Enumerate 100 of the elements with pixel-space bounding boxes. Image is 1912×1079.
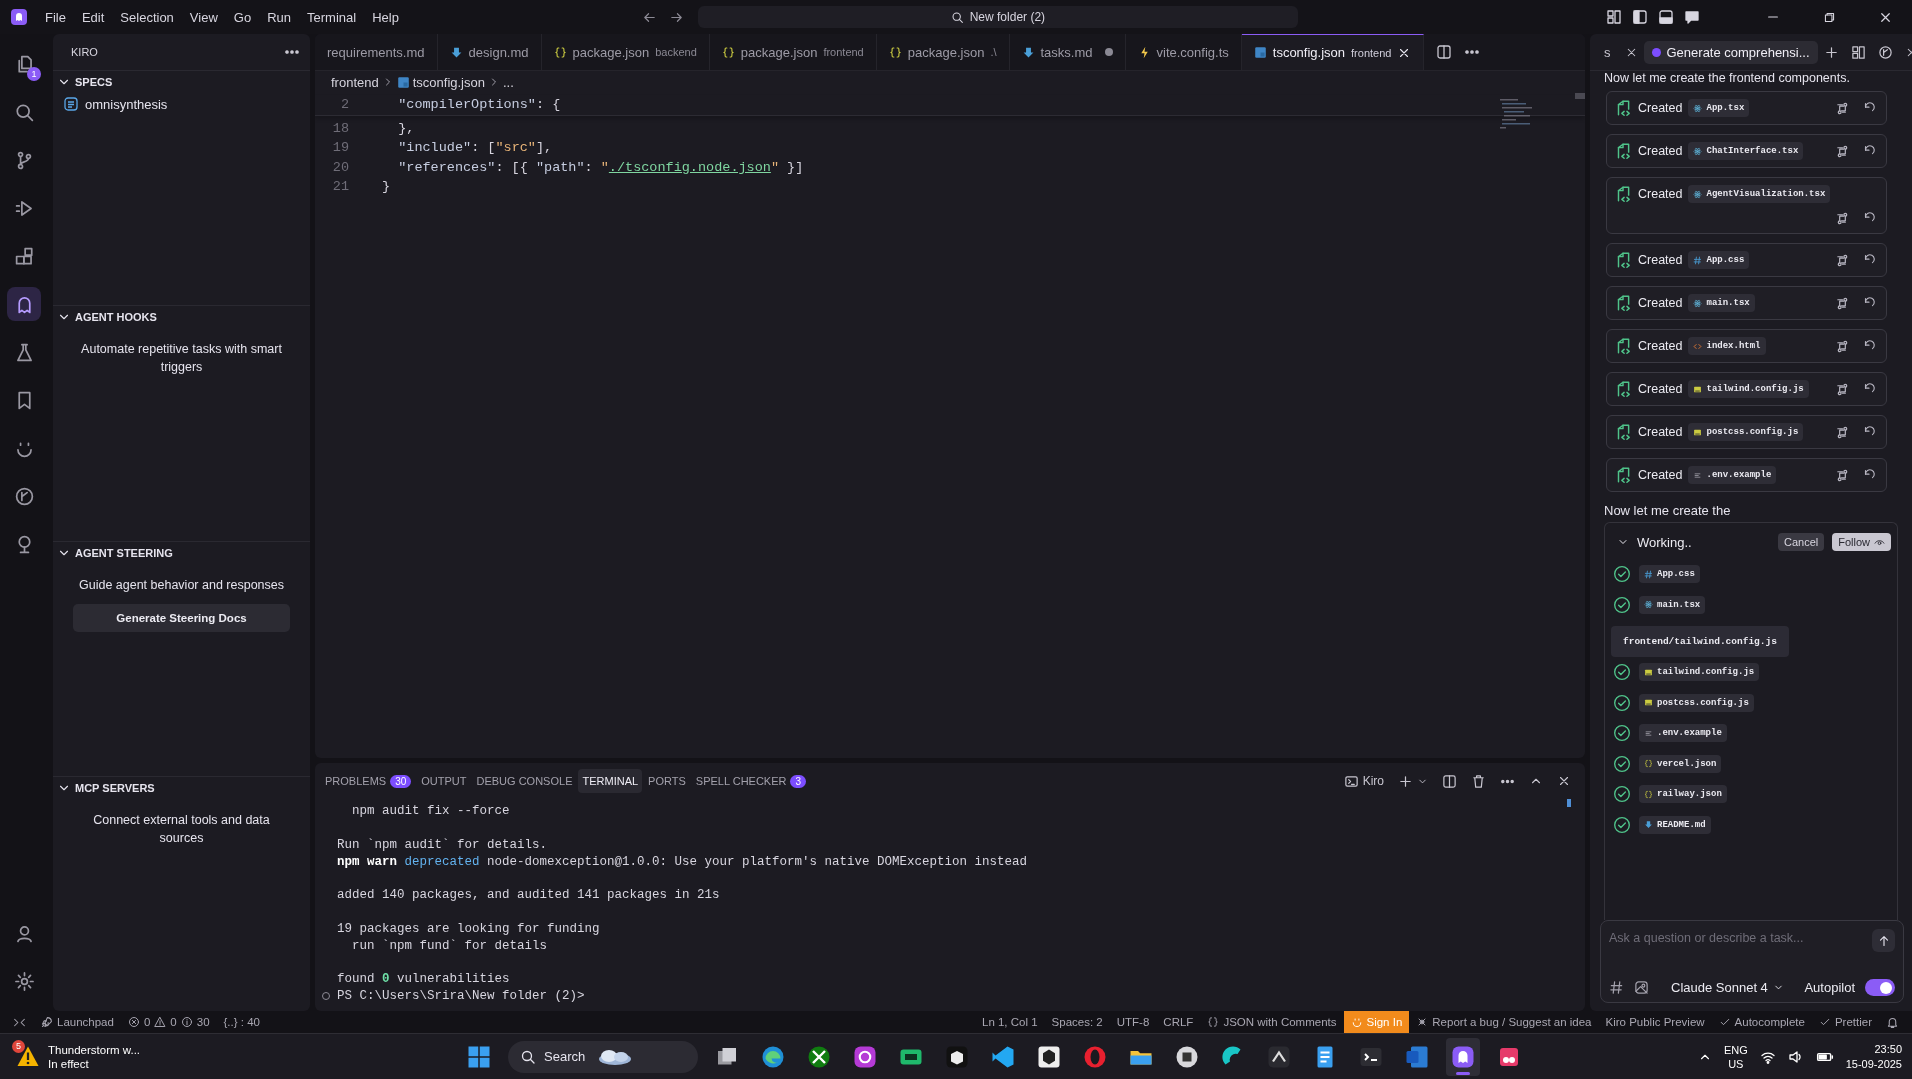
editor-tab[interactable]: tsconfig.json frontend xyxy=(1241,34,1425,70)
feedback-link[interactable]: Report a bug / Suggest an idea xyxy=(1409,1011,1599,1033)
menu-item[interactable]: Terminal xyxy=(299,6,365,28)
split-terminal-icon[interactable] xyxy=(1442,773,1457,789)
taskbar-app[interactable] xyxy=(1446,1037,1480,1076)
diff-icon[interactable] xyxy=(1835,143,1850,159)
diff-icon[interactable] xyxy=(1835,295,1850,311)
menu-item[interactable]: Selection xyxy=(112,6,182,28)
editor-tab[interactable]: package.json backend xyxy=(541,34,710,70)
file-chip[interactable]: README.md xyxy=(1639,815,1711,834)
send-button[interactable] xyxy=(1872,929,1895,952)
menu-item[interactable]: Go xyxy=(225,6,260,28)
section-header[interactable]: AGENT STEERING xyxy=(53,541,310,564)
cancel-button[interactable]: Cancel xyxy=(1777,533,1825,551)
close-icon[interactable] xyxy=(1557,774,1571,788)
diff-icon[interactable] xyxy=(1835,381,1850,397)
file-chip[interactable]: App.tsx xyxy=(1688,99,1750,117)
editor-tab[interactable]: package.json frontend xyxy=(709,34,877,70)
language-indicator[interactable]: ENG US xyxy=(1723,1042,1748,1071)
section-header[interactable]: MCP SERVERS xyxy=(53,776,310,799)
history-icon[interactable] xyxy=(1877,44,1893,60)
menu-item[interactable]: Run xyxy=(259,6,299,28)
file-chip[interactable]: ChatInterface.tsx xyxy=(1688,142,1804,160)
panel-tab[interactable]: TERMINAL xyxy=(578,769,643,793)
status-item[interactable]: Ln 1, Col 1 xyxy=(975,1011,1045,1033)
command-center[interactable]: New folder (2) xyxy=(697,6,1298,28)
menu-item[interactable]: Help xyxy=(364,6,407,28)
diff-icon[interactable] xyxy=(1835,424,1850,440)
file-chip[interactable]: main.tsx xyxy=(1639,595,1706,614)
status-item[interactable]: {..} : 40 xyxy=(216,1011,267,1033)
file-chip[interactable]: tailwind.config.js xyxy=(1639,663,1760,681)
diff-icon[interactable] xyxy=(1835,100,1850,116)
breadcrumb-item[interactable]: ... xyxy=(502,74,514,90)
activity-item[interactable] xyxy=(7,287,41,321)
chat-tab[interactable]: s xyxy=(1596,40,1619,64)
panel-toggle-icon[interactable] xyxy=(1658,9,1674,25)
file-chip[interactable]: postcss.config.js xyxy=(1688,423,1804,441)
file-chip[interactable]: tailwind.config.js xyxy=(1688,380,1809,398)
bell-icon[interactable] xyxy=(1886,1015,1899,1029)
autopilot-toggle[interactable] xyxy=(1865,979,1895,996)
problems-status[interactable]: 0 0 30 xyxy=(120,1011,217,1033)
file-chip[interactable]: index.html xyxy=(1688,337,1766,355)
editor-tab[interactable]: package.json .\ xyxy=(876,34,1010,70)
sidebar-toggle-icon[interactable] xyxy=(1632,9,1648,25)
activity-item[interactable]: 1 xyxy=(7,47,41,81)
search-field[interactable]: Search xyxy=(508,1040,698,1073)
editor-tab[interactable]: vite.config.ts xyxy=(1125,34,1242,70)
menu-item[interactable]: File xyxy=(37,6,74,28)
status-item[interactable]: Autocomplete xyxy=(1711,1011,1812,1033)
status-item[interactable]: Kiro Public Preview xyxy=(1598,1011,1712,1033)
model-selector[interactable]: Claude Sonnet 4 xyxy=(1671,980,1784,995)
file-chip[interactable]: .env.example xyxy=(1639,724,1727,742)
file-chip[interactable]: postcss.config.js xyxy=(1639,693,1754,712)
working-toggle[interactable]: Working.. xyxy=(1617,534,1692,550)
menu-item[interactable]: View xyxy=(181,6,226,28)
status-item[interactable]: Prettier xyxy=(1811,1011,1879,1033)
status-item[interactable]: Launchpad xyxy=(33,1011,121,1033)
status-item[interactable]: CRLF xyxy=(1156,1011,1201,1033)
file-chip[interactable]: main.tsx xyxy=(1688,294,1755,312)
file-chip[interactable]: vercel.json xyxy=(1639,754,1722,773)
layout-icon[interactable] xyxy=(1606,9,1622,25)
list-icon[interactable] xyxy=(1850,44,1866,60)
diff-icon[interactable] xyxy=(1835,211,1850,226)
diff-icon[interactable] xyxy=(1835,338,1850,354)
diff-icon[interactable] xyxy=(1835,467,1850,483)
image-icon[interactable] xyxy=(1634,980,1649,995)
terminal-selector[interactable]: Kiro xyxy=(1343,773,1384,789)
breadcrumb-item[interactable]: frontend xyxy=(331,74,379,90)
editor-tab[interactable]: design.md xyxy=(437,34,542,70)
panel-tab[interactable]: SPELL CHECKER 3 xyxy=(691,768,811,794)
settings-icon[interactable] xyxy=(13,970,35,992)
split-editor-icon[interactable] xyxy=(1436,44,1453,60)
file-chip[interactable]: AgentVisualization.tsx xyxy=(1688,185,1831,203)
hash-icon[interactable] xyxy=(1609,980,1624,995)
chat-input[interactable]: Ask a question or describe a task... xyxy=(1609,929,1872,947)
generate-button[interactable]: Generate Steering Docs xyxy=(73,603,290,632)
status-item[interactable]: Spaces: 2 xyxy=(1044,1011,1110,1033)
panel-tab[interactable]: PROBLEMS 30 xyxy=(321,768,416,794)
editor-tab[interactable]: tasks.md xyxy=(1009,34,1126,70)
file-chip[interactable]: .env.example xyxy=(1688,466,1777,484)
plus-icon[interactable] xyxy=(1823,44,1839,60)
trash-icon[interactable] xyxy=(1471,773,1486,789)
panel-tab[interactable]: DEBUG CONSOLE xyxy=(472,769,577,793)
file-chip[interactable]: App.css xyxy=(1639,565,1700,583)
spec-item[interactable]: omnisynthesis xyxy=(53,93,310,115)
follow-button[interactable]: Follow xyxy=(1832,533,1891,551)
panel-tab[interactable]: OUTPUT xyxy=(417,769,471,793)
language-mode[interactable]: JSON with Comments xyxy=(1200,1011,1344,1033)
file-chip[interactable]: App.css xyxy=(1688,251,1750,269)
menu-item[interactable]: Edit xyxy=(73,6,113,28)
section-header[interactable]: SPECS xyxy=(53,71,310,93)
status-item[interactable]: UTF-8 xyxy=(1109,1011,1157,1033)
panel-tab[interactable]: PORTS xyxy=(644,769,690,793)
file-chip[interactable]: railway.json xyxy=(1639,785,1727,803)
editor-tab[interactable]: requirements.md xyxy=(315,34,438,70)
breadcrumb-item[interactable]: tsconfig.json xyxy=(412,74,485,90)
clock[interactable]: 23:50 15-09-2025 xyxy=(1845,1041,1902,1072)
plus-icon[interactable] xyxy=(1398,773,1413,789)
restore-icon[interactable] xyxy=(1822,10,1836,24)
diff-icon[interactable] xyxy=(1835,252,1850,268)
